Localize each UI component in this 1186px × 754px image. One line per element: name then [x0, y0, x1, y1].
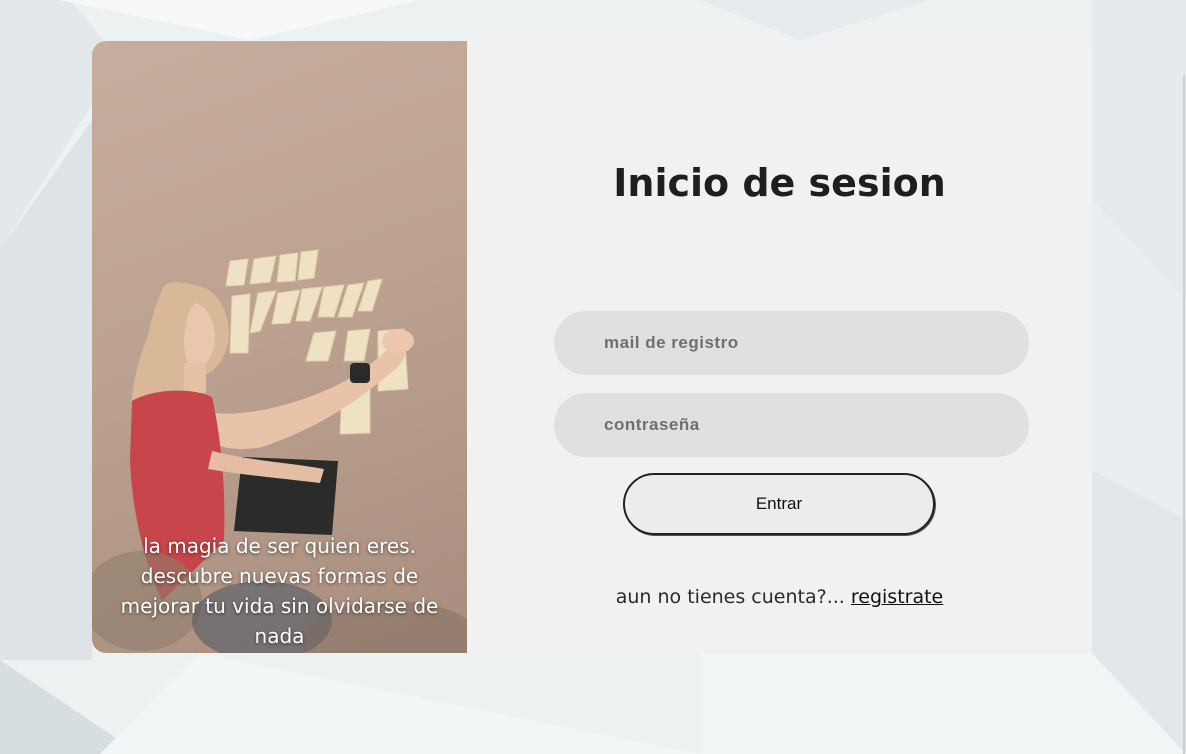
hero-caption-line: mejorar tu vida sin olvidarse de [120, 594, 439, 618]
login-form: Inicio de sesion Entrar aun no tienes cu… [467, 41, 1092, 653]
signup-link[interactable]: registrate [851, 586, 943, 608]
page-title: Inicio de sesion [613, 161, 946, 205]
hero-caption: la magia de ser quien eres. descubre nue… [104, 531, 455, 651]
signup-prompt-text: aun no tienes cuenta?... [615, 586, 851, 608]
signup-prompt: aun no tienes cuenta?... registrate [467, 586, 1092, 608]
email-field[interactable] [554, 311, 1029, 375]
hero-caption-line: la magia de ser quien eres. [143, 534, 416, 558]
login-button[interactable]: Entrar [623, 473, 935, 535]
password-field[interactable] [554, 393, 1029, 457]
login-card: la magia de ser quien eres. descubre nue… [92, 41, 1092, 653]
hero-image: la magia de ser quien eres. descubre nue… [92, 41, 467, 653]
hero-caption-line: descubre nuevas formas de [140, 564, 419, 588]
hero-caption-line: nada [254, 624, 305, 648]
